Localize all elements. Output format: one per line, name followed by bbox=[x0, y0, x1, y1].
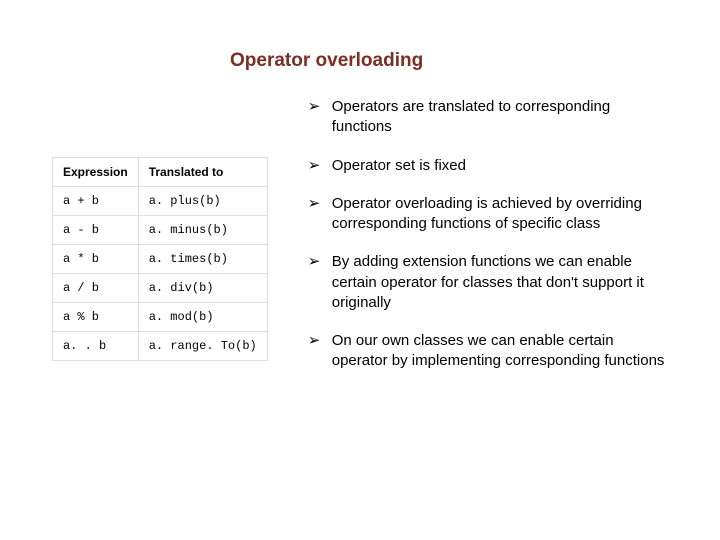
cell-expression: a + b bbox=[53, 187, 139, 216]
table-header-translated: Translated to bbox=[138, 158, 267, 187]
cell-translated: a. minus(b) bbox=[138, 216, 267, 245]
list-item: On our own classes we can enable certain… bbox=[308, 331, 670, 372]
content-area: Expression Translated to a + b a. plus(b… bbox=[40, 97, 680, 390]
cell-expression: a * b bbox=[53, 245, 139, 274]
page-title: Operator overloading bbox=[230, 50, 680, 72]
cell-translated: a. div(b) bbox=[138, 274, 267, 303]
list-item: Operators are translated to correspondin… bbox=[308, 97, 670, 138]
table-row: a % b a. mod(b) bbox=[53, 303, 268, 332]
cell-translated: a. times(b) bbox=[138, 245, 267, 274]
table-column: Expression Translated to a + b a. plus(b… bbox=[40, 97, 268, 390]
bullets-column: Operators are translated to correspondin… bbox=[308, 97, 680, 390]
table-row: a / b a. div(b) bbox=[53, 274, 268, 303]
table-header-expression: Expression bbox=[53, 158, 139, 187]
cell-translated: a. mod(b) bbox=[138, 303, 267, 332]
bullet-list: Operators are translated to correspondin… bbox=[308, 97, 670, 372]
table-row: a * b a. times(b) bbox=[53, 245, 268, 274]
cell-expression: a. . b bbox=[53, 332, 139, 361]
cell-expression: a - b bbox=[53, 216, 139, 245]
cell-translated: a. range. To(b) bbox=[138, 332, 267, 361]
operator-table: Expression Translated to a + b a. plus(b… bbox=[52, 157, 268, 361]
list-item: Operator set is fixed bbox=[308, 156, 670, 176]
table-row: a. . b a. range. To(b) bbox=[53, 332, 268, 361]
list-item: By adding extension functions we can ena… bbox=[308, 252, 670, 313]
cell-translated: a. plus(b) bbox=[138, 187, 267, 216]
cell-expression: a / b bbox=[53, 274, 139, 303]
cell-expression: a % b bbox=[53, 303, 139, 332]
table-row: a - b a. minus(b) bbox=[53, 216, 268, 245]
list-item: Operator overloading is achieved by over… bbox=[308, 194, 670, 235]
table-header-row: Expression Translated to bbox=[53, 158, 268, 187]
table-row: a + b a. plus(b) bbox=[53, 187, 268, 216]
